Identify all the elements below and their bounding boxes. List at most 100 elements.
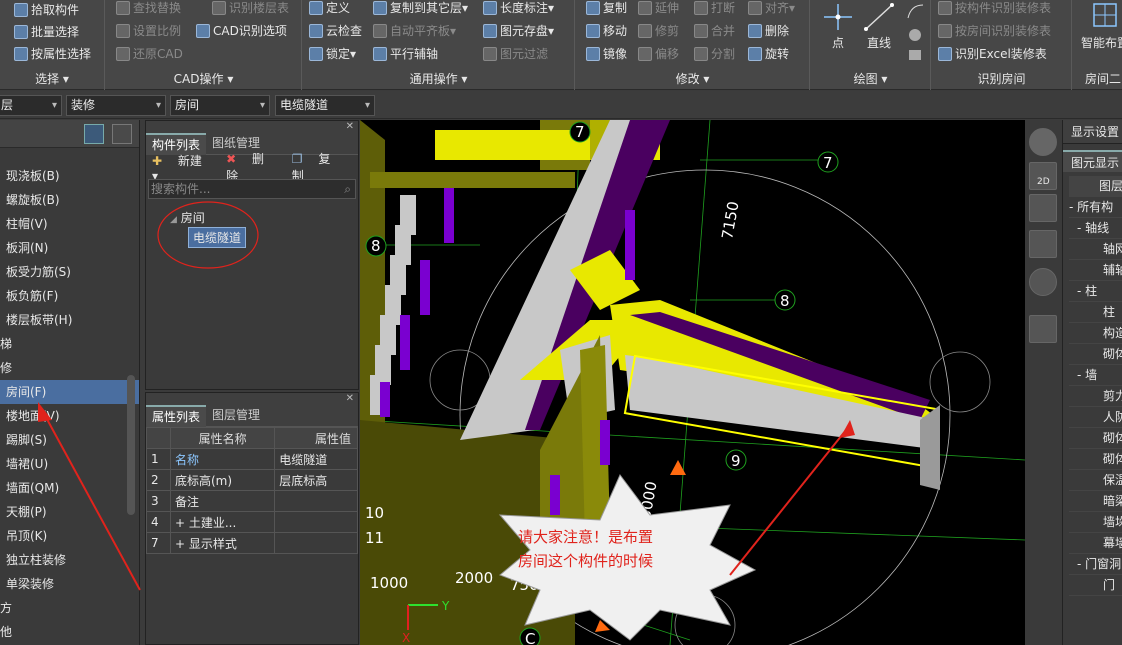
length-dim-button[interactable]: 长度标注 ▾	[483, 0, 554, 18]
2d-view-button[interactable]: 2D	[1029, 162, 1057, 190]
nav-item[interactable]: 柱帽(V)	[0, 212, 139, 236]
nav-item[interactable]: 板负筋(F)	[0, 284, 139, 308]
restore-cad-button[interactable]: 还原CAD	[116, 44, 183, 64]
mirror-button[interactable]: 镜像	[586, 44, 627, 64]
tree-item[interactable]: 砌体	[1069, 449, 1122, 470]
tree-item[interactable]: 保温	[1069, 470, 1122, 491]
refresh-icon[interactable]	[1029, 268, 1057, 296]
nav-item[interactable]: 板洞(N)	[0, 236, 139, 260]
table-row[interactable]: 7 + 显示样式	[146, 532, 358, 554]
smart-layout-button[interactable]: 智能布置	[1075, 2, 1122, 51]
save-element-button[interactable]: 图元存盘 ▾	[483, 21, 554, 41]
tree-item[interactable]: 柱	[1069, 302, 1122, 323]
move-button[interactable]: 移动	[586, 21, 627, 41]
nav-group[interactable]: 梯	[0, 332, 139, 356]
smart-group: 智能布置 房间二	[1073, 0, 1122, 90]
tree-item[interactable]: 砌体	[1069, 344, 1122, 365]
line-button[interactable]: 直线	[861, 2, 897, 51]
tree-item[interactable]: - 所有构	[1069, 197, 1122, 218]
3d-viewport[interactable]: 7 7 8 8 9 10 11 11 C 7150 5000 1000 2000…	[360, 120, 1025, 645]
select-by-property-button[interactable]: 按属性选择	[14, 44, 91, 64]
extend-button[interactable]: 延伸	[638, 0, 679, 18]
tree-item[interactable]: 暗梁	[1069, 491, 1122, 512]
copy-to-floor-button[interactable]: 复制到其它层 ▾	[373, 0, 468, 18]
cloud-check-button[interactable]: 云检查	[309, 21, 362, 41]
rotate-button[interactable]: 旋转	[748, 44, 789, 64]
nav-item[interactable]: 板受力筋(S)	[0, 260, 139, 284]
tab-layer-manage[interactable]: 图层管理	[206, 405, 266, 427]
grid-display-icon[interactable]	[1029, 315, 1057, 343]
identify-by-room-button[interactable]: 按房间识别装修表	[938, 21, 1051, 41]
smart-group-label: 房间二	[1085, 72, 1122, 86]
find-replace-button[interactable]: 查找替换	[116, 0, 181, 18]
copy-button[interactable]: 复制	[586, 0, 627, 18]
tree-item[interactable]: 剪力	[1069, 386, 1122, 407]
category-select[interactable]: 装修	[66, 95, 166, 116]
set-scale-button[interactable]: 设置比例	[116, 21, 181, 41]
cad-group-label[interactable]: CAD操作 ▾	[106, 70, 301, 87]
tab-element-display[interactable]: 图元显示	[1063, 150, 1122, 172]
grid-view-icon[interactable]	[112, 124, 132, 144]
table-row[interactable]: 1 名称 电缆隧道	[146, 448, 358, 470]
component-search-input[interactable]: 搜索构件... ⌕	[148, 179, 356, 199]
element-filter-button[interactable]: 图元过滤	[483, 44, 548, 64]
define-button[interactable]: 定义	[309, 0, 350, 18]
close-icon[interactable]: ✕	[346, 121, 354, 132]
box-view-icon[interactable]	[1029, 230, 1057, 258]
point-icon	[824, 4, 852, 30]
break-button[interactable]: 打断	[694, 0, 735, 18]
tree-item[interactable]: 人防	[1069, 407, 1122, 428]
excel-icon	[938, 47, 952, 61]
point-button[interactable]: 点	[821, 2, 855, 51]
tree-item[interactable]: 轴网	[1069, 239, 1122, 260]
tree-item[interactable]: 构造	[1069, 323, 1122, 344]
merge-button[interactable]: 合并	[694, 21, 735, 41]
nav-item[interactable]: 现浇板(B)	[0, 164, 139, 188]
close-icon[interactable]: ✕	[346, 393, 354, 404]
select-group-label[interactable]: 选择 ▾	[0, 70, 104, 87]
orbit-icon[interactable]	[1029, 128, 1057, 156]
identify-by-component-button[interactable]: 按构件识别装修表	[938, 0, 1051, 18]
identify-floor-table-button[interactable]: 识别楼层表	[212, 0, 289, 18]
pick-component-button[interactable]: 拾取构件	[14, 0, 79, 20]
selector-bar: 层 装修 房间 电缆隧道	[0, 91, 1122, 119]
tree-item[interactable]: 幕墙	[1069, 533, 1122, 554]
list-view-icon[interactable]	[84, 124, 104, 144]
nav-item[interactable]: 螺旋板(B)	[0, 188, 139, 212]
cad-options-button[interactable]: CAD识别选项	[196, 21, 287, 41]
common-group-label[interactable]: 通用操作 ▾	[303, 70, 574, 87]
3d-cube-icon[interactable]	[1029, 194, 1057, 222]
tree-item[interactable]: 墙垛	[1069, 512, 1122, 533]
tree-item[interactable]: - 轴线	[1069, 218, 1122, 239]
component-select[interactable]: 电缆隧道	[275, 95, 375, 116]
new-button[interactable]: ✚ 新建 ▾	[152, 152, 214, 183]
draw-small-tools[interactable]	[905, 2, 925, 68]
tree-item[interactable]: - 柱	[1069, 281, 1122, 302]
draw-group-label[interactable]: 绘图 ▾	[811, 70, 930, 87]
modify-group-label[interactable]: 修改 ▾	[576, 70, 809, 87]
svg-text:7: 7	[823, 154, 833, 172]
identify-excel-button[interactable]: 识别Excel装修表	[938, 44, 1047, 64]
nav-group[interactable]: 他	[0, 620, 139, 644]
tree-item[interactable]: - 墙	[1069, 365, 1122, 386]
nav-item[interactable]: 楼层板带(H)	[0, 308, 139, 332]
offset-button[interactable]: 偏移	[638, 44, 679, 64]
tree-item[interactable]: 门	[1069, 575, 1122, 596]
nav-group[interactable]: 修	[0, 356, 139, 380]
floor-select[interactable]: 层	[0, 95, 62, 116]
parallel-axis-button[interactable]: 平行辅轴	[373, 44, 438, 64]
auto-flush-slab-button[interactable]: 自动平齐板 ▾	[373, 21, 456, 41]
delete-ribbon-button[interactable]: 删除	[748, 21, 789, 41]
lock-button[interactable]: 锁定 ▾	[309, 44, 356, 64]
table-row[interactable]: 4 + 土建业...	[146, 511, 358, 533]
tree-item[interactable]: - 门窗洞	[1069, 554, 1122, 575]
trim-button[interactable]: 修剪	[638, 21, 679, 41]
tree-item[interactable]: 砌体	[1069, 428, 1122, 449]
align-button[interactable]: 对齐 ▾	[748, 0, 795, 18]
type-select[interactable]: 房间	[170, 95, 270, 116]
batch-select-button[interactable]: 批量选择	[14, 22, 79, 42]
table-row[interactable]: 3 备注	[146, 490, 358, 512]
split-button[interactable]: 分割	[694, 44, 735, 64]
tree-item[interactable]: 辅轴	[1069, 260, 1122, 281]
table-row[interactable]: 2 底标高(m) 层底标高	[146, 469, 358, 491]
